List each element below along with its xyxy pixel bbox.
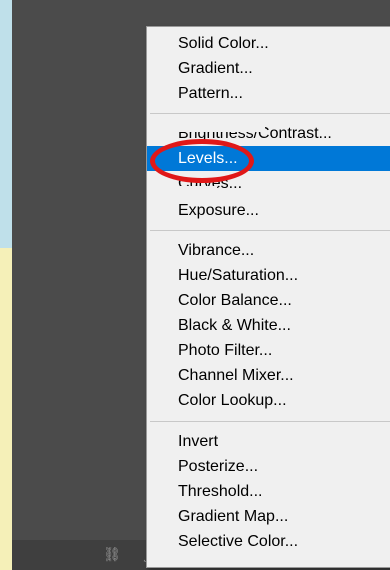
- annotation-circle: [150, 139, 254, 183]
- menu-item-exposure[interactable]: Exposure...: [147, 198, 390, 223]
- link-icon[interactable]: ⛓: [101, 546, 123, 564]
- menu-item-color-lookup[interactable]: Color Lookup...: [147, 388, 390, 413]
- menu-item-pattern[interactable]: Pattern...: [147, 81, 390, 106]
- menu-item-photo-filter[interactable]: Photo Filter...: [147, 338, 390, 363]
- adjustment-layer-menu: Solid Color... Gradient... Pattern... Br…: [146, 26, 390, 568]
- occlusion-mask: [173, 186, 217, 196]
- menu-item-hue-saturation[interactable]: Hue/Saturation...: [147, 263, 390, 288]
- menu-item-threshold[interactable]: Threshold...: [147, 479, 390, 504]
- menu-item-posterize[interactable]: Posterize...: [147, 454, 390, 479]
- canvas-background-top: [0, 0, 12, 248]
- canvas-background-bottom: [0, 248, 12, 570]
- menu-item-selective-color[interactable]: Selective Color...: [147, 529, 390, 554]
- menu-item-vibrance[interactable]: Vibrance...: [147, 238, 390, 263]
- menu-item-color-balance[interactable]: Color Balance...: [147, 288, 390, 313]
- menu-item-invert[interactable]: Invert: [147, 429, 390, 454]
- menu-item-gradient-map[interactable]: Gradient Map...: [147, 504, 390, 529]
- menu-separator: [150, 421, 390, 422]
- menu-separator: [150, 230, 390, 231]
- menu-item-channel-mixer[interactable]: Channel Mixer...: [147, 363, 390, 388]
- menu-item-solid-color[interactable]: Solid Color...: [147, 31, 390, 56]
- menu-item-gradient[interactable]: Gradient...: [147, 56, 390, 81]
- menu-item-black-white[interactable]: Black & White...: [147, 313, 390, 338]
- occlusion-mask: [173, 121, 265, 132]
- menu-separator: [150, 113, 390, 114]
